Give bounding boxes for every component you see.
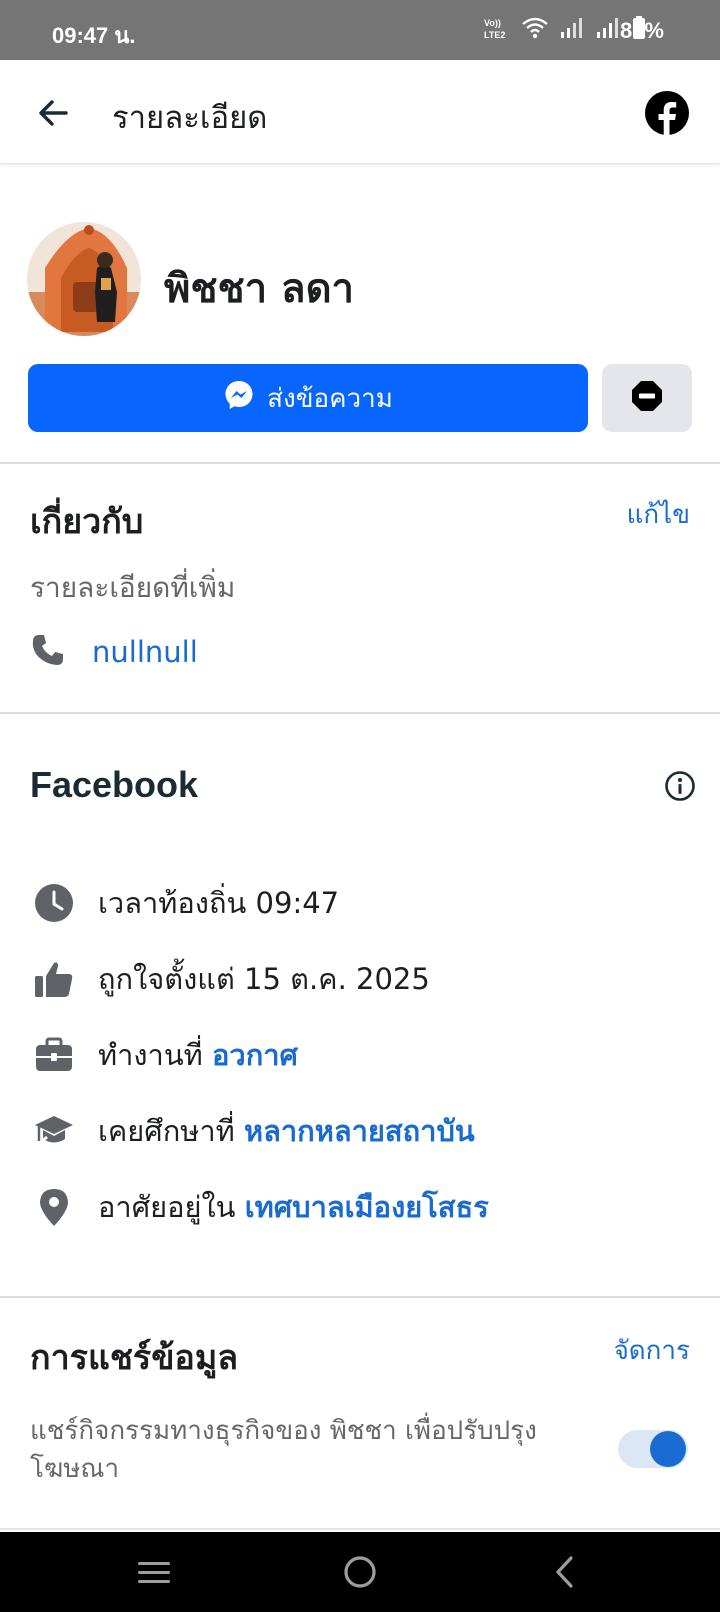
info-icon[interactable]	[664, 770, 696, 802]
about-subtitle: รายละเอียดที่เพิ่ม	[30, 571, 236, 604]
location-pin-icon	[34, 1187, 74, 1227]
signal-2-icon	[596, 17, 620, 43]
education-row: เคยศึกษาที่ หลากหลายสถาบัน	[34, 1108, 475, 1154]
data-sharing-title: การแชร์ข้อมูล	[30, 1338, 239, 1378]
section-divider	[0, 462, 720, 464]
clock-icon	[34, 883, 74, 923]
page-title: รายละเอียด	[112, 100, 268, 136]
send-message-button[interactable]: ส่งข้อความ	[28, 364, 588, 432]
work-link[interactable]: อวกาศ	[212, 1038, 298, 1072]
send-message-label: ส่งข้อความ	[267, 383, 393, 414]
education-label: เคยศึกษาที่	[98, 1114, 245, 1148]
section-divider	[0, 1528, 720, 1530]
local-time-label: เวลาท้องถิ่น 09:47	[98, 886, 340, 920]
thumbs-up-icon	[34, 959, 74, 999]
volte-icon: Vo)) LTE2	[484, 15, 510, 45]
location-label: อาศัยอยู่ใน	[98, 1190, 245, 1224]
signal-1-icon	[560, 17, 584, 43]
work-row: ทำงานที่ อวกาศ	[34, 1032, 298, 1078]
app-bar: รายละเอียด	[0, 60, 720, 164]
avatar[interactable]	[27, 222, 141, 336]
education-link[interactable]: หลากหลายสถาบัน	[244, 1114, 475, 1148]
phone-row[interactable]: nullnull	[30, 632, 198, 672]
wifi-icon	[522, 16, 548, 44]
phone-icon	[30, 632, 66, 672]
section-divider	[0, 712, 720, 714]
graduation-cap-icon	[34, 1111, 74, 1151]
svg-text:Vo)): Vo))	[484, 18, 501, 28]
recent-apps-icon[interactable]	[134, 1552, 174, 1592]
liked-since-label: ถูกใจตั้งแต่ 15 ต.ค. 2025	[98, 962, 430, 996]
profile-name: พิชชา ลดา	[164, 266, 354, 312]
messenger-icon	[223, 379, 255, 418]
facebook-section-title: Facebook	[30, 764, 199, 805]
back-nav-icon[interactable]	[546, 1552, 586, 1592]
data-sharing-toggle[interactable]	[618, 1430, 688, 1468]
section-divider	[0, 1296, 720, 1298]
liked-since-row: ถูกใจตั้งแต่ 15 ต.ค. 2025	[34, 956, 430, 1002]
status-bar: 09:47 น. Vo)) LTE2 85%	[0, 0, 720, 60]
facebook-logo-icon[interactable]	[644, 90, 690, 136]
battery-percent: 85%	[619, 18, 664, 43]
data-sharing-description: แชร์กิจกรรมทางธุรกิจของ พิชชา เพื่อปรับป…	[30, 1416, 537, 1484]
manage-link[interactable]: จัดการ	[614, 1330, 690, 1371]
location-link[interactable]: เทศบาลเมืองยโสธร	[245, 1190, 489, 1224]
home-icon[interactable]	[340, 1552, 380, 1592]
edit-link[interactable]: แก้ไข	[627, 494, 690, 535]
phone-number[interactable]: nullnull	[92, 635, 198, 669]
status-time: 09:47 น.	[52, 23, 136, 48]
block-icon	[631, 380, 663, 416]
arrow-left-icon[interactable]	[34, 94, 72, 132]
svg-text:LTE2: LTE2	[484, 30, 505, 40]
work-label: ทำงานที่	[98, 1038, 213, 1072]
about-title: เกี่ยวกับ	[30, 502, 144, 542]
briefcase-icon	[34, 1035, 74, 1075]
local-time-row: เวลาท้องถิ่น 09:47	[34, 880, 339, 926]
toggle-knob	[650, 1431, 686, 1467]
block-button[interactable]	[602, 364, 692, 432]
location-row: อาศัยอยู่ใน เทศบาลเมืองยโสธร	[34, 1184, 489, 1230]
system-nav-bar	[0, 1532, 720, 1612]
